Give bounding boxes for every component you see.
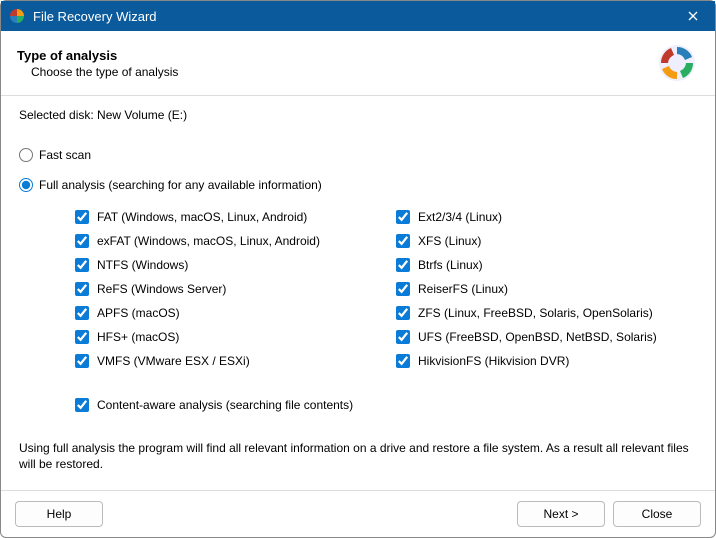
wizard-icon <box>655 41 699 85</box>
fs-checkbox-hfs[interactable]: HFS+ (macOS) <box>75 330 376 344</box>
fs-checkbox-xfs[interactable]: XFS (Linux) <box>396 234 697 248</box>
fs-checkbox-ntfs[interactable]: NTFS (Windows) <box>75 258 376 272</box>
full-analysis-radio[interactable] <box>19 178 33 192</box>
fs-checkbox-btrfs[interactable]: Btrfs (Linux) <box>396 258 697 272</box>
fs-checkbox-ext[interactable]: Ext2/3/4 (Linux) <box>396 210 697 224</box>
selected-disk-value: New Volume (E:) <box>97 108 187 122</box>
content-aware-checkbox[interactable]: Content-aware analysis (searching file c… <box>75 398 697 412</box>
fs-checkbox-ufs[interactable]: UFS (FreeBSD, OpenBSD, NetBSD, Solaris) <box>396 330 697 344</box>
close-button[interactable]: Close <box>613 501 701 527</box>
content-aware-label: Content-aware analysis (searching file c… <box>97 398 353 412</box>
page-title: Type of analysis <box>17 48 655 63</box>
wizard-header: Type of analysis Choose the type of anal… <box>1 31 715 91</box>
fs-checkbox-hikvisionfs[interactable]: HikvisionFS (Hikvision DVR) <box>396 354 697 368</box>
close-icon[interactable] <box>679 5 707 27</box>
fs-checkbox-zfs[interactable]: ZFS (Linux, FreeBSD, Solaris, OpenSolari… <box>396 306 697 320</box>
fast-scan-option[interactable]: Fast scan <box>19 148 697 162</box>
fs-checkbox-reiserfs[interactable]: ReiserFS (Linux) <box>396 282 697 296</box>
titlebar: File Recovery Wizard <box>1 1 715 31</box>
description-text: Using full analysis the program will fin… <box>19 440 697 472</box>
fs-checkbox-fat[interactable]: FAT (Windows, macOS, Linux, Android) <box>75 210 376 224</box>
filesystem-grid: FAT (Windows, macOS, Linux, Android) Ext… <box>75 210 697 368</box>
selected-disk-label: Selected disk: <box>19 108 97 122</box>
full-analysis-label: Full analysis (searching for any availab… <box>39 178 322 192</box>
help-button[interactable]: Help <box>15 501 103 527</box>
window-title: File Recovery Wizard <box>33 9 679 24</box>
full-analysis-option[interactable]: Full analysis (searching for any availab… <box>19 178 697 192</box>
fs-checkbox-apfs[interactable]: APFS (macOS) <box>75 306 376 320</box>
fast-scan-label: Fast scan <box>39 148 91 162</box>
next-button[interactable]: Next > <box>517 501 605 527</box>
page-subtitle: Choose the type of analysis <box>31 65 655 79</box>
fs-checkbox-vmfs[interactable]: VMFS (VMware ESX / ESXi) <box>75 354 376 368</box>
fast-scan-radio[interactable] <box>19 148 33 162</box>
fs-checkbox-refs[interactable]: ReFS (Windows Server) <box>75 282 376 296</box>
app-icon <box>9 8 25 24</box>
fs-checkbox-exfat[interactable]: exFAT (Windows, macOS, Linux, Android) <box>75 234 376 248</box>
footer: Help Next > Close <box>1 490 715 537</box>
selected-disk: Selected disk: New Volume (E:) <box>19 108 697 122</box>
